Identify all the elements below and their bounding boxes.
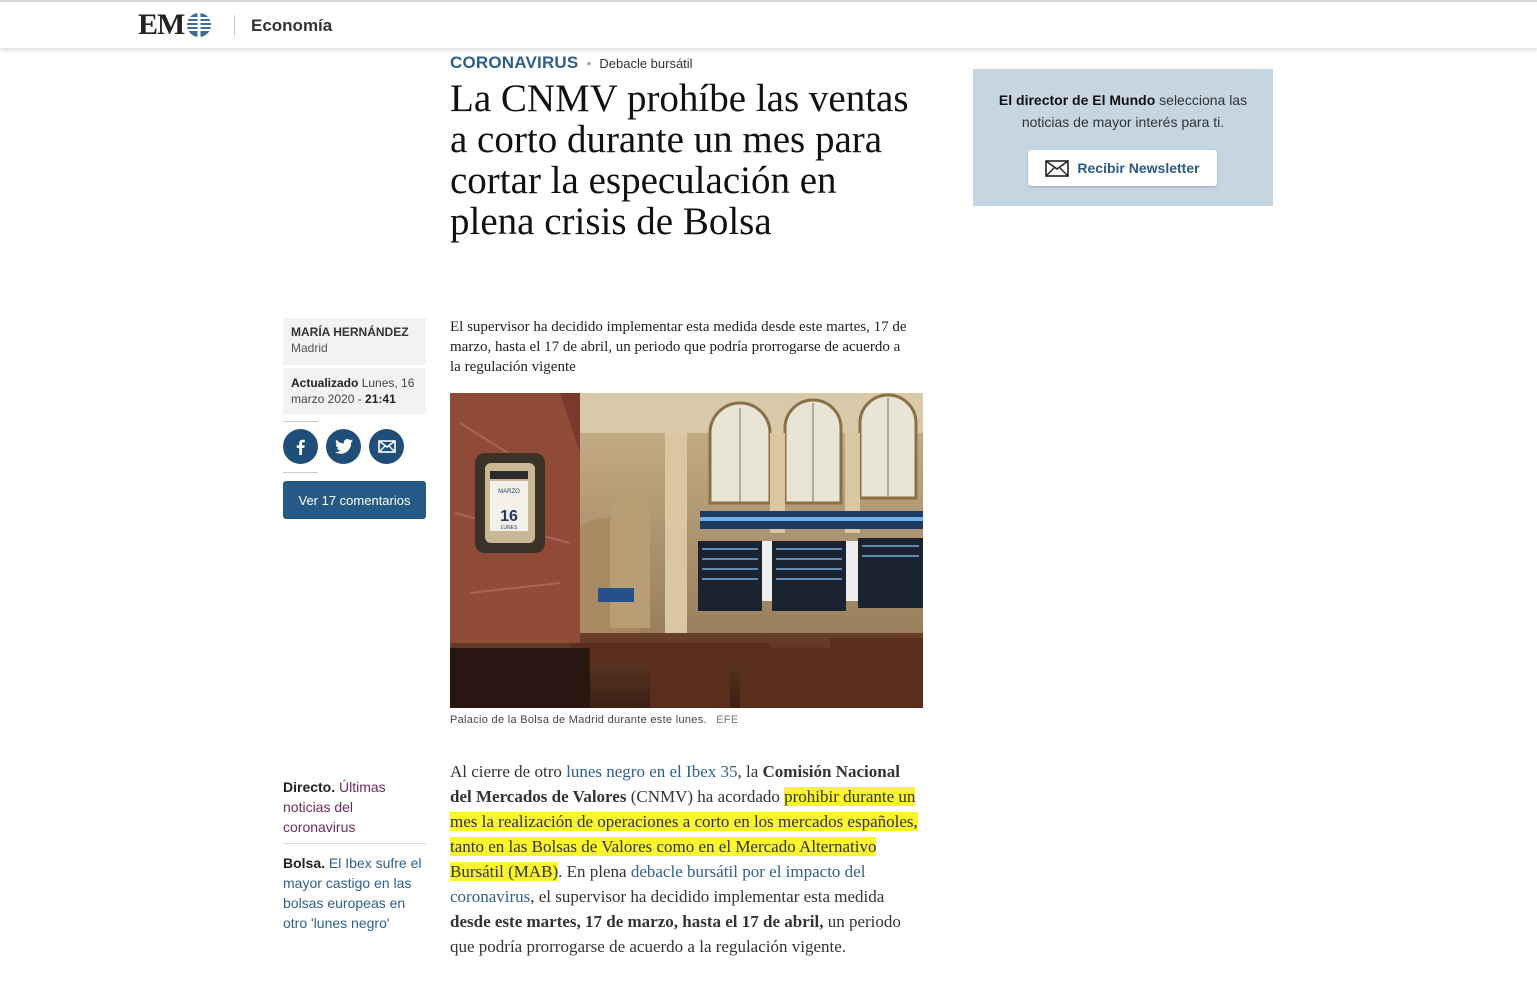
photo-caption: Palacio de la Bolsa de Madrid durante es… bbox=[450, 714, 739, 726]
related-item[interactable]: Directo. Últimas noticias del coronaviru… bbox=[283, 777, 426, 837]
site-logo[interactable]: EM bbox=[138, 10, 213, 40]
newsletter-button-label: Recibir Newsletter bbox=[1077, 160, 1200, 176]
svg-text:16: 16 bbox=[500, 508, 518, 525]
article-summary: El supervisor ha decidido implementar es… bbox=[450, 319, 907, 375]
article-title: La CNMV prohíbe las ventas a corto duran… bbox=[450, 77, 909, 243]
svg-text:LUNES: LUNES bbox=[501, 525, 518, 531]
author-location: Madrid bbox=[291, 341, 328, 355]
logo-text: EM bbox=[138, 8, 185, 41]
facebook-share-button[interactable] bbox=[283, 429, 318, 464]
header-divider bbox=[234, 15, 235, 37]
related-item[interactable]: Bolsa. El Ibex sufre el mayor castigo en… bbox=[283, 853, 426, 933]
body-text: , el supervisor ha decidido implementar … bbox=[530, 887, 885, 906]
share-buttons bbox=[283, 429, 404, 464]
related-label: Directo. bbox=[283, 779, 336, 795]
email-icon bbox=[377, 440, 396, 453]
divider bbox=[283, 472, 318, 473]
newsletter-text: El director de El Mundo selecciona las n… bbox=[993, 89, 1253, 133]
facebook-icon bbox=[296, 439, 305, 455]
newsletter-box: El director de El Mundo selecciona las n… bbox=[973, 69, 1273, 206]
author-name[interactable]: MARÍA HERNÁNDEZ bbox=[291, 325, 418, 339]
updated-time: 21:41 bbox=[365, 392, 396, 406]
article-body: Al cierre de otro lunes negro en el Ibex… bbox=[450, 759, 920, 959]
kicker-separator: • bbox=[586, 55, 592, 71]
envelope-icon bbox=[1045, 159, 1070, 177]
body-text: . En plena bbox=[558, 862, 631, 881]
update-date: Actualizado Lunes, 16 marzo 2020 - 21:41 bbox=[283, 368, 426, 414]
svg-text:MARZO: MARZO bbox=[498, 489, 520, 495]
photo-credit: EFE bbox=[716, 714, 739, 726]
body-text: Al cierre de otro bbox=[450, 762, 567, 781]
body-link-lunes-negro[interactable]: lunes negro en el Ibex 35 bbox=[566, 762, 737, 781]
kicker-subtitle: Debacle bursátil bbox=[599, 56, 693, 71]
email-share-button[interactable] bbox=[369, 429, 404, 464]
twitter-icon bbox=[334, 439, 353, 454]
globe-logo-icon bbox=[187, 13, 212, 37]
stock-exchange-photo: 16 MARZO LUNES bbox=[450, 393, 923, 708]
updated-label: Actualizado bbox=[291, 376, 359, 390]
kicker-tag[interactable]: CORONAVIRUS bbox=[450, 53, 578, 73]
body-bold: desde este martes, 17 de marzo, hasta el… bbox=[450, 912, 824, 931]
comments-button[interactable]: Ver 17 comentarios bbox=[283, 481, 426, 519]
article-kicker: CORONAVIRUS • Debacle bursátil bbox=[450, 53, 693, 73]
newsletter-text-bold: El director de El Mundo bbox=[998, 92, 1156, 108]
divider bbox=[283, 843, 426, 844]
newsletter-button[interactable]: Recibir Newsletter bbox=[1028, 150, 1217, 186]
body-text: , la bbox=[737, 762, 763, 781]
caption-text: Palacio de la Bolsa de Madrid durante es… bbox=[450, 714, 707, 726]
body-text: (CNMV) ha acordado bbox=[626, 787, 785, 806]
divider bbox=[283, 421, 318, 422]
section-link-economia[interactable]: Economía bbox=[251, 16, 332, 36]
site-header: EM Economía bbox=[0, 0, 1537, 48]
byline: MARÍA HERNÁNDEZ Madrid Actualizado Lunes… bbox=[283, 318, 426, 414]
related-label: Bolsa. bbox=[283, 855, 326, 871]
twitter-share-button[interactable] bbox=[326, 429, 361, 464]
article-photo[interactable]: 16 MARZO LUNES bbox=[450, 393, 923, 708]
author-block: MARÍA HERNÁNDEZ Madrid bbox=[283, 318, 426, 365]
